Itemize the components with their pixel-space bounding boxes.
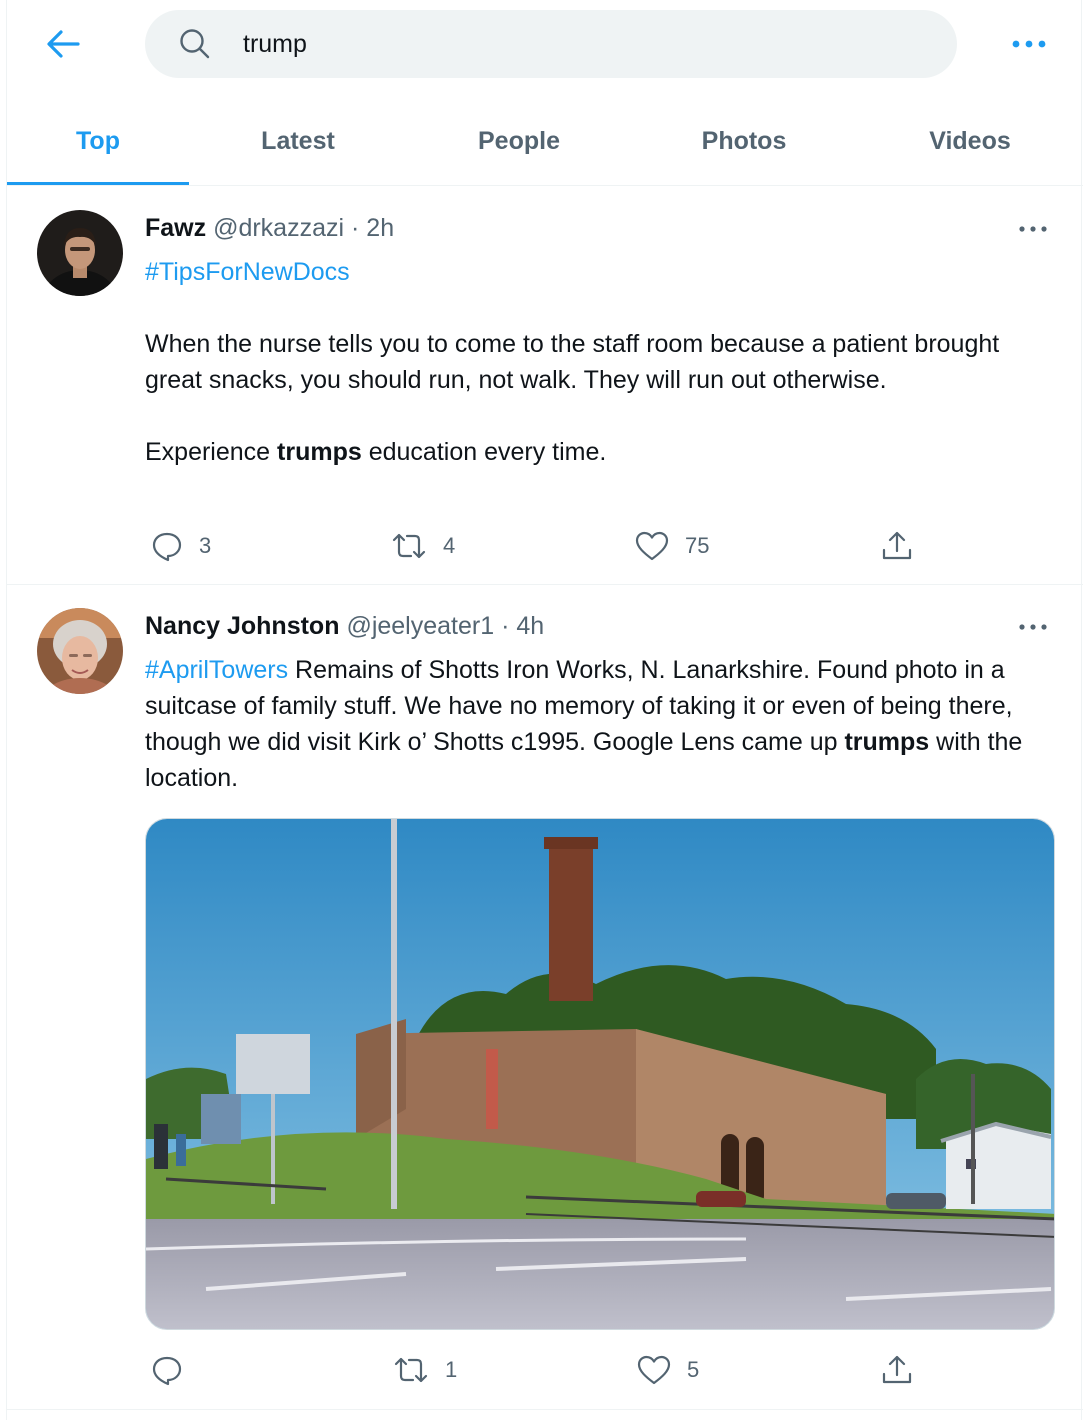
separator-dot: · — [351, 214, 360, 242]
tab-label: Videos — [929, 126, 1011, 155]
tweet[interactable]: Fawz @drkazzazi · 2h #TipsForNewDocs Whe… — [7, 187, 1083, 585]
author-handle[interactable]: @drkazzazi — [213, 214, 344, 242]
tab-label: People — [478, 126, 560, 155]
retweet-icon — [392, 533, 426, 559]
tweet-actions: 1 5 — [145, 1350, 1045, 1390]
retweet-icon — [394, 1357, 428, 1383]
tweet-text: #TipsForNewDocs When the nurse tells you… — [145, 254, 1057, 470]
tab-label: Top — [76, 126, 120, 155]
tweet-paragraph: Experience trumps education every time. — [145, 434, 1057, 470]
tweet-time[interactable]: 2h — [366, 214, 394, 242]
search-input[interactable] — [243, 24, 923, 64]
tweet-more-button[interactable] — [1011, 612, 1055, 642]
like-icon — [635, 531, 669, 561]
retweet-button[interactable]: 4 — [391, 526, 455, 566]
retweet-count: 1 — [445, 1357, 458, 1382]
reply-button[interactable] — [151, 1350, 199, 1390]
iron-works-photo — [146, 819, 1054, 1329]
tab-photos[interactable]: Photos — [643, 96, 845, 186]
search-header — [7, 0, 1083, 88]
text-segment: education every time. — [361, 438, 607, 466]
share-button[interactable] — [881, 526, 913, 566]
active-tab-indicator — [7, 182, 189, 185]
highlighted-term: trumps — [844, 728, 930, 756]
share-icon — [882, 531, 912, 560]
tweet-time[interactable]: 4h — [516, 612, 544, 640]
reply-icon — [152, 532, 182, 562]
back-button[interactable] — [37, 20, 89, 68]
author-handle[interactable]: @jeelyeater1 — [346, 612, 494, 640]
reply-count: 3 — [199, 533, 212, 558]
tab-label: Latest — [261, 126, 335, 155]
tweet-more-button[interactable] — [1011, 214, 1055, 244]
like-button[interactable]: 75 — [635, 526, 709, 566]
tab-label: Photos — [701, 126, 787, 155]
tab-latest[interactable]: Latest — [197, 96, 399, 186]
more-options-button[interactable] — [1003, 24, 1055, 64]
tweet-text: #AprilTowers Remains of Shotts Iron Work… — [145, 652, 1057, 796]
author-name[interactable]: Nancy Johnston — [145, 612, 339, 640]
tab-people[interactable]: People — [417, 96, 621, 186]
like-button[interactable]: 5 — [637, 1350, 699, 1390]
tweet[interactable]: Nancy Johnston @jeelyeater1 · 4h #AprilT… — [7, 585, 1083, 1410]
separator-dot: · — [501, 612, 510, 640]
tweet-header: Fawz @drkazzazi · 2h — [145, 214, 394, 243]
like-icon — [637, 1355, 671, 1385]
like-count: 75 — [685, 533, 710, 558]
share-button[interactable] — [881, 1350, 913, 1390]
more-icon — [1019, 226, 1047, 232]
tab-videos[interactable]: Videos — [869, 96, 1071, 186]
hashtag-link[interactable]: #TipsForNewDocs — [145, 258, 350, 286]
tweet-paragraph: When the nurse tells you to come to the … — [145, 330, 1000, 394]
tweet-header: Nancy Johnston @jeelyeater1 · 4h — [145, 612, 544, 641]
author-name[interactable]: Fawz — [145, 214, 206, 242]
like-count: 5 — [687, 1357, 700, 1382]
timeline-column: Top Latest People Photos Videos Fawz @dr… — [6, 0, 1083, 1420]
highlighted-term: trumps — [277, 438, 362, 466]
tweet-photo[interactable] — [145, 818, 1055, 1330]
tweet-actions: 3 4 75 — [145, 526, 1045, 566]
more-icon — [1012, 40, 1046, 48]
retweet-button[interactable]: 1 — [393, 1350, 457, 1390]
reply-button[interactable]: 3 — [151, 526, 211, 566]
share-icon — [882, 1355, 912, 1384]
reply-icon — [152, 1356, 182, 1386]
more-icon — [1019, 624, 1047, 630]
avatar[interactable] — [37, 210, 123, 296]
hashtag-link[interactable]: #AprilTowers — [145, 656, 288, 684]
tab-top[interactable]: Top — [7, 96, 189, 186]
text-segment: Experience — [145, 438, 278, 466]
avatar[interactable] — [37, 608, 123, 694]
back-arrow-icon — [47, 30, 80, 58]
search-tabs: Top Latest People Photos Videos — [7, 96, 1083, 186]
retweet-count: 4 — [443, 533, 456, 558]
search-icon — [180, 29, 210, 59]
search-bar[interactable] — [145, 10, 957, 78]
